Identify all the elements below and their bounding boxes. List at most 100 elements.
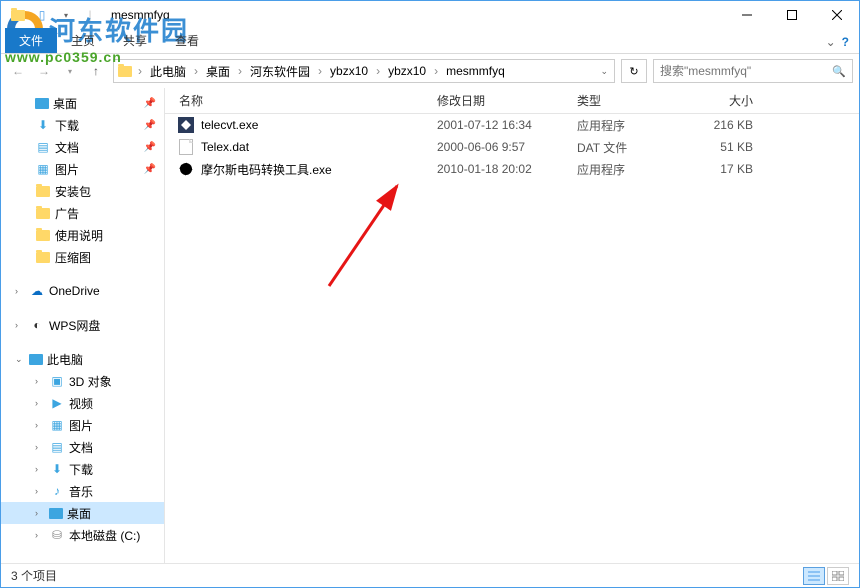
sidebar-item-folder[interactable]: 安装包 (1, 180, 164, 202)
refresh-icon: ↻ (629, 65, 638, 78)
crumb-current[interactable]: mesmmfyq (442, 64, 509, 78)
chevron-right-icon[interactable]: › (35, 464, 45, 474)
crumb-folder[interactable]: ybzx10 (384, 64, 430, 78)
chevron-right-icon[interactable]: › (35, 420, 45, 430)
properties-qat-icon[interactable]: ▯ (33, 6, 51, 24)
ribbon-expand-icon[interactable]: ⌄ (826, 35, 836, 49)
file-list[interactable]: telecvt.exe 2001-07-12 16:34 应用程序 216 KB… (165, 114, 859, 563)
breadcrumb-dropdown-icon[interactable]: ⌄ (600, 66, 608, 77)
sidebar-item-documents[interactable]: ▤ 文档 📌 (1, 136, 164, 158)
chevron-right-icon[interactable]: › (236, 64, 244, 78)
thispc-icon (29, 354, 43, 365)
chevron-right-icon[interactable]: › (316, 64, 324, 78)
column-type[interactable]: 类型 (563, 92, 673, 109)
chevron-right-icon[interactable]: › (432, 64, 440, 78)
column-name[interactable]: 名称 (165, 92, 423, 109)
download-icon: ⬇ (35, 117, 51, 133)
sidebar-item-folder[interactable]: 压缩图 (1, 246, 164, 268)
sidebar-item-onedrive[interactable]: › ☁ OneDrive (1, 280, 164, 302)
nav-up-button[interactable]: ↑ (85, 60, 107, 82)
chevron-right-icon[interactable]: › (15, 286, 25, 296)
nav-back-button[interactable]: ← (7, 60, 29, 82)
pin-icon: 📌 (144, 120, 156, 131)
tab-share[interactable]: 共享 (109, 28, 161, 53)
chevron-right-icon[interactable]: › (35, 508, 45, 518)
sidebar-item-videos[interactable]: › ▶ 视频 (1, 392, 164, 414)
maximize-button[interactable] (769, 1, 814, 29)
close-button[interactable] (814, 1, 859, 29)
sidebar-item-label: 此电脑 (47, 351, 83, 368)
file-row[interactable]: telecvt.exe 2001-07-12 16:34 应用程序 216 KB (165, 114, 859, 136)
column-size[interactable]: 大小 (673, 92, 773, 109)
chevron-right-icon[interactable]: › (35, 376, 45, 386)
breadcrumb-folder-icon (118, 66, 132, 77)
minimize-button[interactable] (724, 1, 769, 29)
document-icon: ▤ (35, 139, 51, 155)
file-name: 摩尔斯电码转换工具.exe (201, 161, 423, 178)
folder-icon (35, 183, 51, 199)
sidebar-item-localdisk[interactable]: › ⛁ 本地磁盘 (C:) (1, 524, 164, 546)
maximize-icon (787, 10, 797, 20)
sidebar-item-label: 文档 (55, 139, 79, 156)
tab-file[interactable]: 文件 (5, 28, 57, 53)
chevron-right-icon[interactable]: › (374, 64, 382, 78)
sidebar-item-desktop[interactable]: › 桌面 (1, 502, 164, 524)
chevron-down-icon[interactable]: ⌄ (15, 354, 25, 365)
sidebar-item-thispc[interactable]: ⌄ 此电脑 (1, 348, 164, 370)
sidebar-item-label: 图片 (55, 161, 79, 178)
sidebar-item-3dobjects[interactable]: › ▣ 3D 对象 (1, 370, 164, 392)
sidebar-item-pictures[interactable]: ▦ 图片 📌 (1, 158, 164, 180)
file-date: 2000-06-06 9:57 (423, 140, 563, 154)
file-name: telecvt.exe (201, 118, 423, 132)
pin-icon: 📌 (144, 142, 156, 153)
chevron-right-icon[interactable]: › (35, 442, 45, 452)
sidebar-item-label: 下载 (55, 117, 79, 134)
help-icon[interactable]: ? (842, 35, 849, 49)
sidebar-item-documents[interactable]: › ▤ 文档 (1, 436, 164, 458)
sidebar-item-label: 压缩图 (55, 249, 91, 266)
file-row[interactable]: 摩尔斯电码转换工具.exe 2010-01-18 20:02 应用程序 17 K… (165, 158, 859, 180)
sidebar-item-downloads[interactable]: › ⬇ 下载 (1, 458, 164, 480)
chevron-right-icon[interactable]: › (35, 398, 45, 408)
qat-dropdown-icon[interactable]: ▾ (57, 6, 75, 24)
crumb-folder[interactable]: 河东软件园 (246, 63, 314, 80)
chevron-right-icon[interactable]: › (192, 64, 200, 78)
search-box[interactable]: 🔍 (653, 59, 853, 83)
sidebar-item-downloads[interactable]: ⬇ 下载 📌 (1, 114, 164, 136)
navigation-sidebar[interactable]: 桌面 📌 ⬇ 下载 📌 ▤ 文档 📌 ▦ 图片 📌 安装包 广告 使用说明 (1, 88, 165, 563)
file-name: Telex.dat (201, 140, 423, 154)
crumb-folder[interactable]: ybzx10 (326, 64, 372, 78)
sidebar-item-folder[interactable]: 广告 (1, 202, 164, 224)
titlebar: ▯ ▾ | mesmmfyq (1, 1, 859, 29)
window-controls (724, 1, 859, 29)
refresh-button[interactable]: ↻ (621, 59, 647, 83)
chevron-right-icon[interactable]: › (136, 64, 144, 78)
nav-recent-dropdown[interactable]: ▾ (59, 60, 81, 82)
crumb-desktop[interactable]: 桌面 (202, 63, 234, 80)
tab-home[interactable]: 主页 (57, 28, 109, 53)
ribbon-help: ⌄ ? (816, 31, 859, 53)
breadcrumb[interactable]: › 此电脑 › 桌面 › 河东软件园 › ybzx10 › ybzx10 › m… (113, 59, 615, 83)
sidebar-item-label: 安装包 (55, 183, 91, 200)
chevron-right-icon[interactable]: › (15, 320, 25, 330)
folder-qat-icon[interactable] (9, 6, 27, 24)
nav-forward-button[interactable]: → (33, 60, 55, 82)
sidebar-item-desktop[interactable]: 桌面 📌 (1, 92, 164, 114)
window-title: mesmmfyq (111, 8, 170, 22)
icons-view-button[interactable] (827, 567, 849, 585)
chevron-right-icon[interactable]: › (35, 530, 45, 540)
sidebar-item-pictures[interactable]: › ▦ 图片 (1, 414, 164, 436)
sidebar-item-music[interactable]: › ♪ 音乐 (1, 480, 164, 502)
crumb-thispc[interactable]: 此电脑 (146, 63, 190, 80)
tab-view[interactable]: 查看 (161, 28, 213, 53)
desktop-icon (35, 98, 49, 109)
file-row[interactable]: Telex.dat 2000-06-06 9:57 DAT 文件 51 KB (165, 136, 859, 158)
details-view-button[interactable] (803, 567, 825, 585)
sidebar-item-wps[interactable]: › ◐ WPS网盘 (1, 314, 164, 336)
sidebar-item-label: 文档 (69, 439, 93, 456)
sidebar-item-folder[interactable]: 使用说明 (1, 224, 164, 246)
chevron-right-icon[interactable]: › (35, 486, 45, 496)
search-input[interactable] (660, 64, 832, 78)
column-date[interactable]: 修改日期 (423, 92, 563, 109)
folder-icon (35, 249, 51, 265)
